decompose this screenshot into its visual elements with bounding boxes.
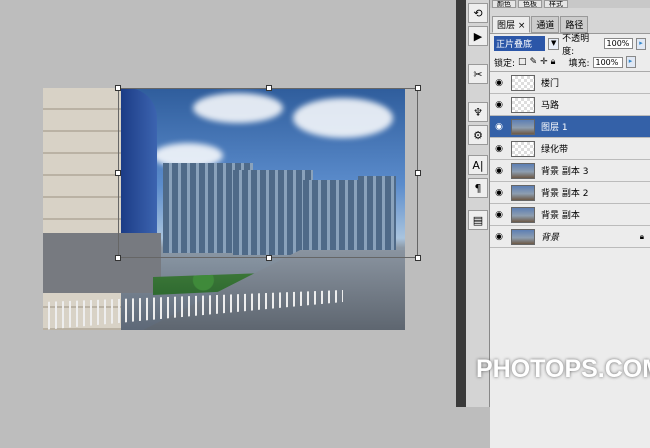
layer-name: 图层 1	[541, 123, 568, 133]
transform-handle[interactable]	[115, 85, 121, 91]
layer-list: ◉ 楼门 ◉ 马路 ◉ 图层 1 ◉ 绿化带 ◉ 背景 副本 3 ◉ 背景 副本 2 ◉ 背景 副本 ◉ 背景…	[490, 72, 650, 248]
layer-thumbnail	[511, 74, 535, 91]
tab-layers[interactable]: 图层 ×	[492, 16, 531, 33]
layer-row[interactable]: ◉ 图层 1	[490, 116, 650, 138]
layer-name: 楼门	[541, 79, 560, 89]
fill-input[interactable]: 100%	[592, 56, 623, 68]
layer-row[interactable]: ◉ 马路	[490, 94, 650, 116]
opacity-label: 不透明度:	[562, 33, 590, 57]
history-icon[interactable]: ⟲	[468, 3, 488, 23]
tab-swatches[interactable]: 色板	[518, 0, 542, 8]
opacity-slider-button[interactable]: ▸	[636, 37, 646, 50]
actions-icon[interactable]: ▶	[468, 26, 488, 46]
eye-icon[interactable]: ◉	[490, 166, 508, 176]
transform-handle[interactable]	[415, 170, 421, 176]
watermark: PHOTOPS.COM	[476, 355, 650, 383]
blend-mode-select[interactable]: 正片叠底	[494, 36, 546, 51]
fill-label: 填充:	[568, 58, 590, 69]
layer-name: 绿化带	[541, 145, 569, 155]
layer-comps-icon[interactable]: ▤	[468, 210, 488, 230]
eye-icon[interactable]: ◉	[490, 144, 508, 154]
tools-icon[interactable]: ✂	[468, 64, 488, 84]
lock-label: 锁定:	[494, 58, 516, 69]
lock-image-icon[interactable]: ✎	[530, 57, 538, 67]
layer-row[interactable]: ◉ 背景 副本 3	[490, 160, 650, 182]
opacity-input[interactable]: 100%	[603, 38, 634, 49]
layer-name: 背景 副本 2	[541, 189, 589, 199]
layer-thumbnail	[511, 228, 535, 245]
lock-transparency-icon[interactable]: □	[518, 57, 527, 67]
lock-all-icon[interactable]: 🔒︎	[551, 57, 556, 67]
fill-slider-button[interactable]: ▸	[625, 56, 636, 68]
tool-presets-icon[interactable]: ⚙	[468, 125, 488, 145]
eye-icon[interactable]: ◉	[490, 188, 508, 198]
eye-icon[interactable]: ◉	[490, 210, 508, 220]
character-icon[interactable]: A|	[468, 155, 488, 175]
lock-position-icon[interactable]: ✛	[540, 57, 548, 67]
eye-icon[interactable]: ◉	[490, 122, 508, 132]
eye-icon[interactable]: ◉	[490, 232, 508, 242]
layer-row[interactable]: ◉ 背景 🔒︎	[490, 226, 650, 248]
tab-channels[interactable]: 通道	[531, 16, 560, 33]
eye-icon[interactable]: ◉	[490, 100, 508, 110]
panel-divider	[456, 0, 466, 407]
lock-icon: 🔒︎	[639, 231, 644, 241]
layers-panel: 颜色 色板 样式 图层 × 通道 路径 正片叠底 ▼ 不透明度: 100% ▸ …	[490, 0, 650, 448]
transform-handle[interactable]	[415, 85, 421, 91]
layer-thumbnail	[511, 140, 535, 157]
layer-name: 背景	[541, 233, 560, 243]
transform-handle[interactable]	[266, 255, 272, 261]
layer-thumbnail	[511, 118, 535, 135]
layer-thumbnail	[511, 162, 535, 179]
layer-row[interactable]: ◉ 楼门	[490, 72, 650, 94]
tab-styles[interactable]: 样式	[544, 0, 568, 8]
layer-thumbnail	[511, 96, 535, 113]
eye-icon[interactable]: ◉	[490, 78, 508, 88]
layer-thumbnail	[511, 206, 535, 223]
transform-handle[interactable]	[266, 85, 272, 91]
layer-thumbnail	[511, 184, 535, 201]
layer-name: 马路	[541, 101, 560, 111]
layer-name: 背景 副本	[541, 211, 580, 221]
layer-row[interactable]: ◉ 背景 副本	[490, 204, 650, 226]
layer-name: 背景 副本 3	[541, 167, 589, 177]
clone-source-icon[interactable]: ♆	[468, 102, 488, 122]
layer-row[interactable]: ◉ 绿化带	[490, 138, 650, 160]
document-canvas[interactable]	[0, 0, 456, 407]
transform-handle[interactable]	[115, 255, 121, 261]
paragraph-icon[interactable]: ¶	[468, 178, 488, 198]
transform-handle[interactable]	[115, 170, 121, 176]
free-transform-box[interactable]	[115, 85, 421, 261]
transform-handle[interactable]	[415, 255, 421, 261]
chevron-down-icon[interactable]: ▼	[548, 37, 560, 50]
tab-color[interactable]: 颜色	[492, 0, 516, 8]
layer-row[interactable]: ◉ 背景 副本 2	[490, 182, 650, 204]
panel-dock-icons: ⟲ ▶ ✂ ♆ ⚙ A| ¶ ▤	[466, 0, 490, 407]
